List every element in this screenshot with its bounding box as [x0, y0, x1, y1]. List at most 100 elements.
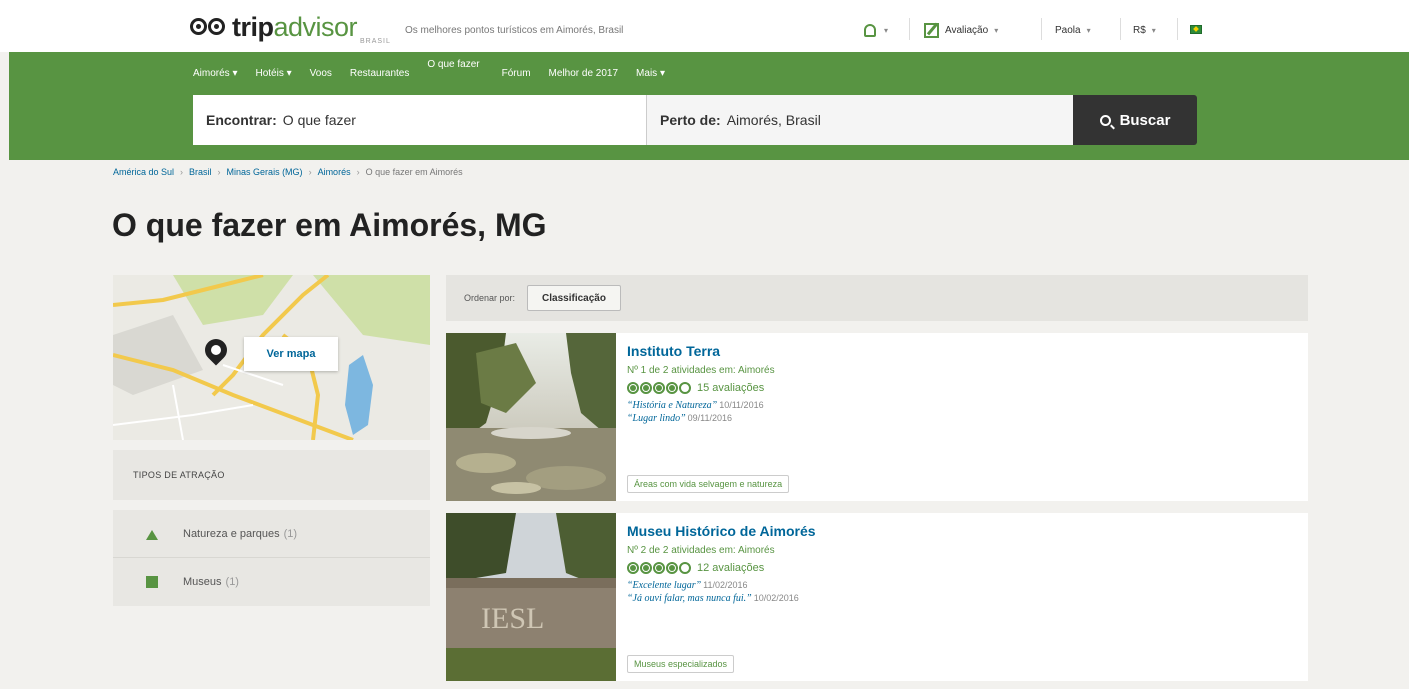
sort-bar: Ordenar por: Classificação: [446, 275, 1308, 321]
attraction-type-count: (1): [225, 576, 239, 588]
breadcrumb-item[interactable]: Minas Gerais (MG): [227, 167, 303, 177]
listing-photo[interactable]: [446, 333, 616, 501]
nav-item-restaurants[interactable]: Restaurantes: [350, 68, 409, 79]
page-title: O que fazer em Aimorés, MG: [112, 207, 547, 243]
review-snippet-date: 10/02/2016: [753, 593, 799, 603]
review-snippet[interactable]: “Lugar lindo” 09/11/2016: [627, 413, 775, 424]
chevron-down-icon: ▾: [1086, 25, 1091, 35]
breadcrumb-separator: ›: [217, 167, 221, 177]
review-snippet-text: “Excelente lugar”: [627, 580, 702, 591]
nav-item-best-of[interactable]: Melhor de 2017: [549, 68, 619, 79]
breadcrumb: América do Sul › Brasil › Minas Gerais (MG…: [113, 167, 469, 177]
review-count[interactable]: 15 avaliações: [697, 382, 764, 394]
nav-item-things-to-do[interactable]: O que fazer: [427, 59, 479, 70]
svg-text:IESL: IESL: [481, 602, 544, 635]
chevron-down-icon: ▾: [1151, 25, 1156, 35]
notifications-menu[interactable]: ▾: [864, 20, 888, 40]
near-label: Perto de:: [660, 112, 721, 128]
review-snippet-text: “Lugar lindo”: [627, 413, 686, 424]
owl-icon: [190, 16, 228, 38]
category-tag[interactable]: Museus especializados: [627, 655, 735, 673]
nav-item-forum[interactable]: Fórum: [502, 68, 531, 79]
rating-bubble-icon: [627, 382, 639, 394]
breadcrumb-separator: ›: [180, 167, 184, 177]
rating-bubble-icon: [640, 382, 652, 394]
review-menu[interactable]: Avaliação ▾: [924, 20, 998, 40]
attraction-types-list: Natureza e parques (1) Museus (1): [113, 510, 430, 606]
attraction-type-label: Museus: [183, 576, 222, 588]
rating-bubble-icon: [666, 562, 678, 574]
nav-item-city[interactable]: Aimorés ▾: [193, 68, 237, 79]
review-snippet-date: 09/11/2016: [687, 413, 733, 423]
nav-item-flights[interactable]: Voos: [310, 68, 332, 79]
divider: [1041, 18, 1042, 40]
breadcrumb-current: O que fazer em Aimorés: [365, 167, 463, 177]
review-count[interactable]: 12 avaliações: [697, 562, 764, 574]
attraction-types-heading: TIPOS DE ATRAÇÃO: [113, 450, 430, 500]
breadcrumb-item[interactable]: América do Sul: [113, 167, 174, 177]
search-icon: [1099, 114, 1111, 126]
bell-icon: [864, 23, 876, 37]
bubble-rating[interactable]: 15 avaliações: [627, 382, 775, 394]
chevron-down-icon: ▾: [994, 25, 999, 35]
listing-info: Instituto Terra Nº 1 de 2 atividades em:…: [627, 343, 775, 424]
user-name: Paola: [1055, 24, 1081, 36]
review-snippet[interactable]: “Já ouvi falar, mas nunca fui.” 10/02/201…: [627, 593, 816, 604]
museum-icon: [146, 576, 158, 588]
attraction-type-museums[interactable]: Museus (1): [113, 558, 430, 606]
logo-country: BRASIL: [360, 38, 391, 45]
logo-text-accent: advisor: [273, 11, 358, 42]
divider: [1120, 18, 1121, 40]
search-button[interactable]: Buscar: [1073, 95, 1197, 145]
review-snippet-date: 11/02/2016: [703, 580, 748, 590]
listing-card: Instituto Terra Nº 1 de 2 atividades em:…: [446, 333, 1308, 501]
find-label: Encontrar:: [206, 112, 277, 128]
view-map-button[interactable]: Ver mapa: [244, 337, 338, 371]
find-value: O que fazer: [282, 112, 356, 128]
review-snippet[interactable]: “Excelente lugar” 11/02/2016: [627, 580, 816, 591]
rating-bubble-icon: [640, 562, 652, 574]
review-snippet-date: 10/11/2016: [719, 400, 764, 410]
sort-ranking-button[interactable]: Classificação: [527, 285, 621, 311]
listing-photo[interactable]: IESL: [446, 513, 616, 681]
rating-bubble-icon: [666, 382, 678, 394]
attraction-type-nature[interactable]: Natureza e parques (1): [113, 510, 430, 558]
tree-icon: [146, 528, 158, 540]
listing-rank: Nº 2 de 2 atividades em: Aimorés: [627, 545, 775, 556]
listing-rank: Nº 1 de 2 atividades em: Aimorés: [627, 365, 775, 376]
category-tag[interactable]: Áreas com vida selvagem e natureza: [627, 475, 790, 493]
review-label: Avaliação: [945, 24, 989, 36]
review-snippet-text: “História e Natureza”: [627, 400, 718, 411]
nav-item-hotels[interactable]: Hotéis ▾: [255, 68, 291, 79]
rating-bubble-icon: [679, 562, 691, 574]
rating-bubble-icon: [653, 382, 665, 394]
breadcrumb-item[interactable]: Brasil: [189, 167, 212, 177]
chevron-down-icon: ▾: [884, 25, 889, 35]
breadcrumb-separator: ›: [308, 167, 312, 177]
listing-card: IESL Museu Histórico de Aimorés Nº 2 de …: [446, 513, 1308, 681]
main-nav: Aimorés ▾ Hotéis ▾ Voos Restaurantes O q…: [193, 59, 683, 81]
search-bar: Encontrar: O que fazer Perto de: Aimorés…: [193, 95, 1197, 145]
rating-bubble-icon: [679, 382, 691, 394]
tripadvisor-logo[interactable]: tripadvisor BRASIL: [190, 10, 390, 45]
breadcrumb-item[interactable]: Aimorés: [318, 167, 351, 177]
listing-name[interactable]: Museu Histórico de Aimorés: [627, 523, 816, 539]
divider: [909, 18, 910, 40]
currency-menu[interactable]: R$ ▾: [1133, 20, 1156, 40]
top-bar: tripadvisor BRASIL Os melhores pontos tu…: [0, 0, 1409, 52]
listing-info: Museu Histórico de Aimorés Nº 2 de 2 ati…: [627, 523, 816, 604]
pencil-square-icon: [924, 22, 939, 38]
rating-bubble-icon: [653, 562, 665, 574]
near-field[interactable]: Perto de: Aimorés, Brasil: [646, 95, 1073, 145]
breadcrumb-separator: ›: [356, 167, 360, 177]
listing-name[interactable]: Instituto Terra: [627, 343, 775, 359]
tagline: Os melhores pontos turísticos em Aimorés…: [405, 25, 624, 36]
nav-item-more[interactable]: Mais ▾: [636, 68, 665, 79]
find-field[interactable]: Encontrar: O que fazer: [193, 95, 646, 145]
search-button-label: Buscar: [1119, 111, 1171, 129]
user-menu[interactable]: Paola ▾: [1055, 20, 1091, 40]
bubble-rating[interactable]: 12 avaliações: [627, 562, 816, 574]
brazil-flag-icon[interactable]: [1190, 25, 1202, 34]
review-snippet[interactable]: “História e Natureza” 10/11/2016: [627, 400, 775, 411]
rating-bubble-icon: [627, 562, 639, 574]
